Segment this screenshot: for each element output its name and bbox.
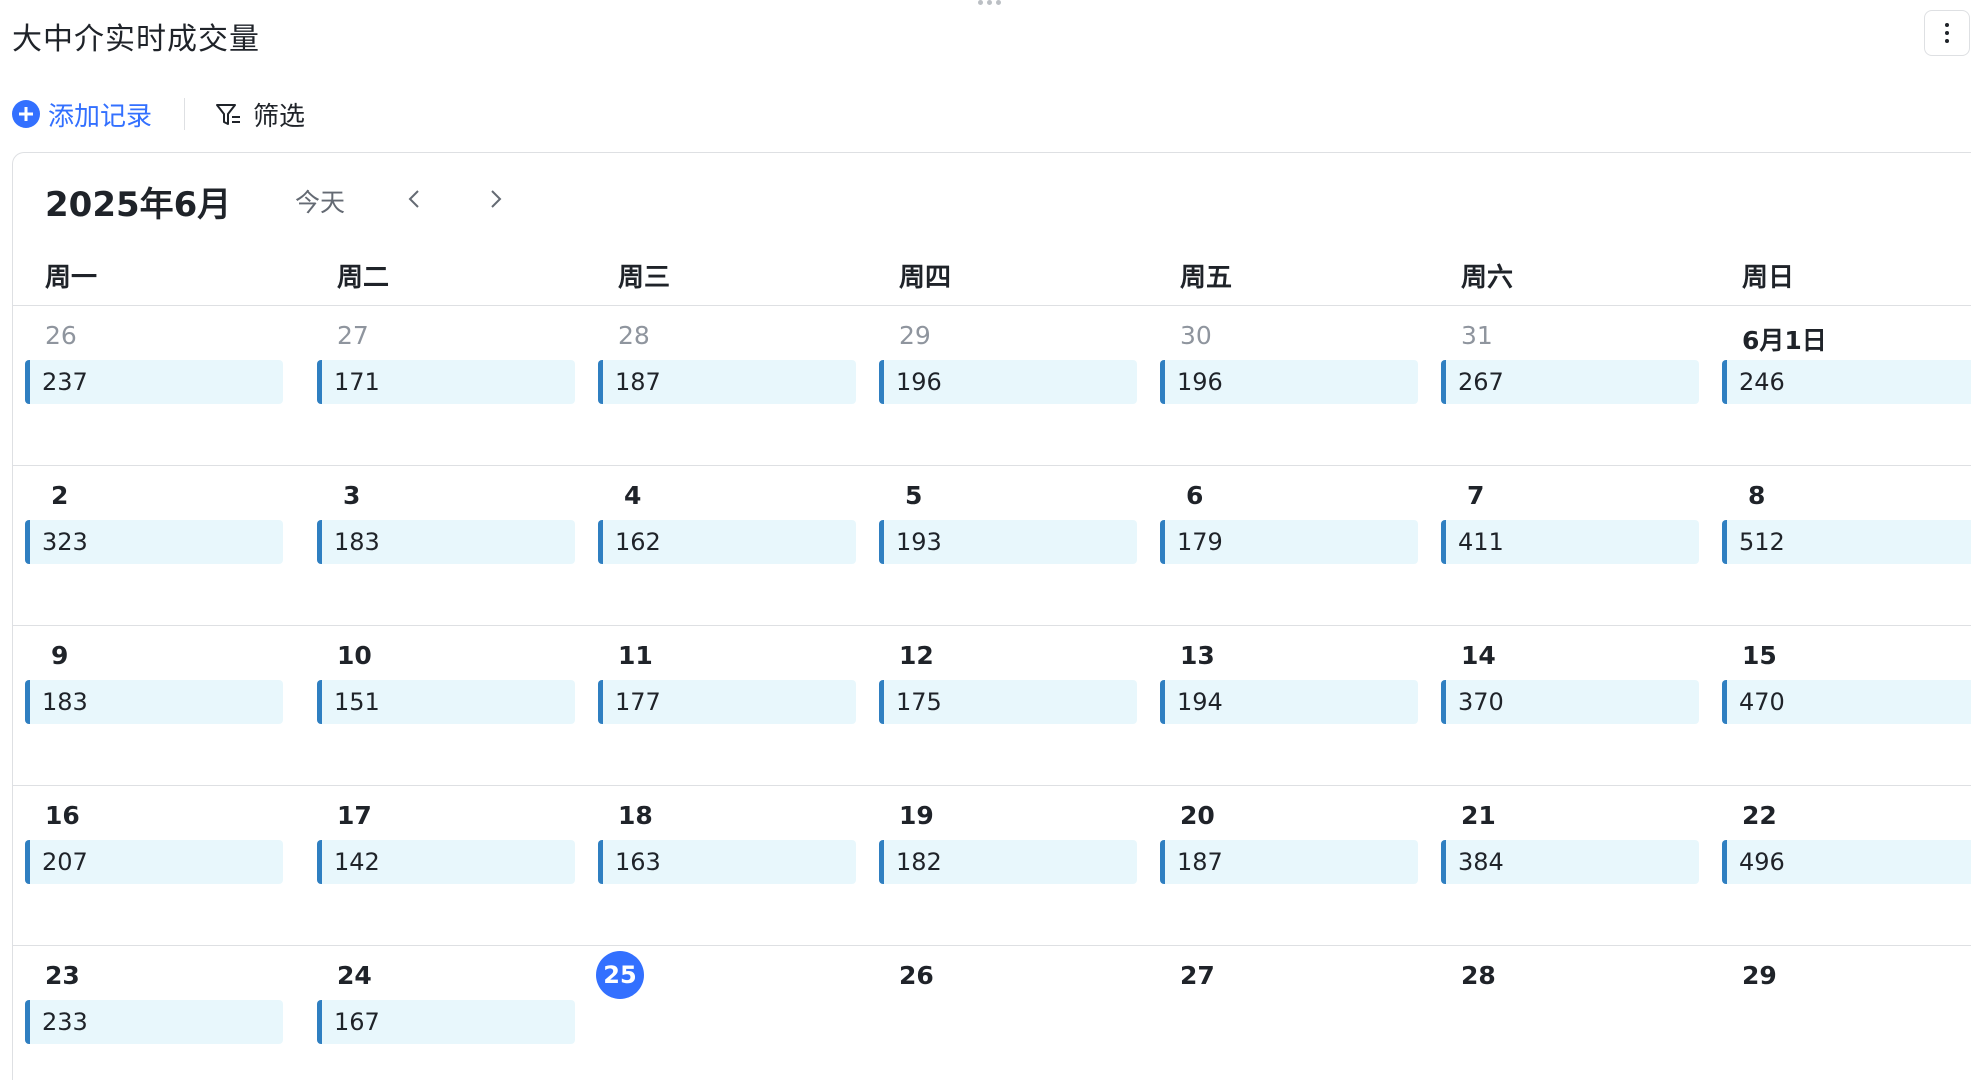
weekday-header: 周三 (618, 263, 671, 293)
toolbar: 添加记录 筛选 (12, 96, 305, 132)
day-number: 30 (1180, 321, 1212, 350)
day-number: 27 (1180, 961, 1215, 990)
day-number: 12 (899, 641, 934, 670)
weekday-header: 周二 (337, 263, 390, 293)
day-number: 20 (1180, 801, 1215, 830)
more-vertical-icon (1945, 23, 1949, 27)
event-chip[interactable]: 196 (1160, 360, 1418, 404)
event-chip[interactable]: 182 (879, 840, 1137, 884)
day-number: 8 (1748, 481, 1766, 510)
day-number: 24 (337, 961, 372, 990)
today-button[interactable]: 今天 (295, 183, 345, 219)
event-chip[interactable]: 193 (879, 520, 1137, 564)
day-number: 28 (618, 321, 650, 350)
day-number: 3 (343, 481, 361, 510)
event-chip[interactable]: 142 (317, 840, 575, 884)
day-number: 23 (45, 961, 80, 990)
plus-circle-icon (12, 100, 40, 128)
day-number: 10 (337, 641, 372, 670)
chevron-right-icon[interactable] (479, 183, 511, 215)
day-number: 5 (905, 481, 923, 510)
page-title: 大中介实时成交量 (12, 22, 260, 57)
day-number: 19 (899, 801, 934, 830)
event-chip[interactable]: 151 (317, 680, 575, 724)
event-chip[interactable]: 496 (1722, 840, 1971, 884)
filter-icon (216, 104, 241, 125)
weekday-header: 周五 (1180, 263, 1233, 293)
day-number: 21 (1461, 801, 1496, 830)
day-number: 26 (45, 321, 77, 350)
event-chip[interactable]: 183 (25, 680, 283, 724)
event-chip[interactable]: 196 (879, 360, 1137, 404)
event-chip[interactable]: 370 (1441, 680, 1699, 724)
event-chip[interactable]: 512 (1722, 520, 1971, 564)
row-divider (13, 785, 1971, 786)
event-chip[interactable]: 183 (317, 520, 575, 564)
row-divider (13, 305, 1971, 306)
day-number: 29 (1742, 961, 1777, 990)
day-number: 14 (1461, 641, 1496, 670)
calendar-view: 2025年6月 今天 周一 周二 周三 周四 周五 周六 周日 26 237 27 171 28 187… (12, 152, 1971, 1080)
add-record-button[interactable]: 添加记录 (12, 96, 152, 133)
day-number: 6月1日 (1742, 326, 1827, 355)
add-record-label: 添加记录 (48, 101, 153, 132)
event-chip[interactable]: 162 (598, 520, 856, 564)
day-number: 7 (1467, 481, 1485, 510)
calendar-header: 2025年6月 今天 (13, 153, 1971, 243)
day-number: 28 (1461, 961, 1496, 990)
event-chip[interactable]: 233 (25, 1000, 283, 1044)
event-chip[interactable]: 171 (317, 360, 575, 404)
day-number: 13 (1180, 641, 1215, 670)
day-number: 4 (624, 481, 642, 510)
event-chip[interactable]: 323 (25, 520, 283, 564)
event-chip[interactable]: 470 (1722, 680, 1971, 724)
day-number: 2 (51, 481, 69, 510)
event-chip[interactable]: 384 (1441, 840, 1699, 884)
row-divider (13, 625, 1971, 626)
event-chip[interactable]: 187 (598, 360, 856, 404)
weekday-header: 周六 (1461, 263, 1514, 293)
event-chip[interactable]: 207 (25, 840, 283, 884)
filter-label: 筛选 (253, 101, 306, 132)
month-label: 2025年6月 (45, 185, 232, 225)
event-chip[interactable]: 167 (317, 1000, 575, 1044)
event-chip[interactable]: 237 (25, 360, 283, 404)
event-chip[interactable]: 194 (1160, 680, 1418, 724)
day-number: 6 (1186, 481, 1204, 510)
day-number: 17 (337, 801, 372, 830)
toolbar-divider (184, 98, 186, 130)
event-chip[interactable]: 179 (1160, 520, 1418, 564)
day-number: 18 (618, 801, 653, 830)
filter-button[interactable]: 筛选 (213, 96, 305, 133)
weekday-header: 周四 (899, 263, 952, 293)
drag-handle[interactable] (976, 0, 1002, 6)
day-number: 22 (1742, 801, 1777, 830)
day-number: 15 (1742, 641, 1777, 670)
event-chip[interactable]: 163 (598, 840, 856, 884)
day-number: 29 (899, 321, 931, 350)
event-chip[interactable]: 175 (879, 680, 1137, 724)
day-number: 9 (51, 641, 69, 670)
more-options-button[interactable] (1924, 10, 1970, 56)
today-date-badge: 25 (596, 951, 644, 999)
weekday-header: 周一 (45, 263, 98, 293)
chevron-left-icon[interactable] (399, 183, 431, 215)
day-number: 26 (899, 961, 934, 990)
event-chip[interactable]: 246 (1722, 360, 1971, 404)
day-number: 16 (45, 801, 80, 830)
event-chip[interactable]: 267 (1441, 360, 1699, 404)
day-number: 27 (337, 321, 369, 350)
row-divider (13, 945, 1971, 946)
event-chip[interactable]: 177 (598, 680, 856, 724)
day-number: 31 (1461, 321, 1493, 350)
event-chip[interactable]: 187 (1160, 840, 1418, 884)
event-chip[interactable]: 411 (1441, 520, 1699, 564)
row-divider (13, 465, 1971, 466)
weekday-header: 周日 (1742, 263, 1795, 293)
day-number: 11 (618, 641, 653, 670)
